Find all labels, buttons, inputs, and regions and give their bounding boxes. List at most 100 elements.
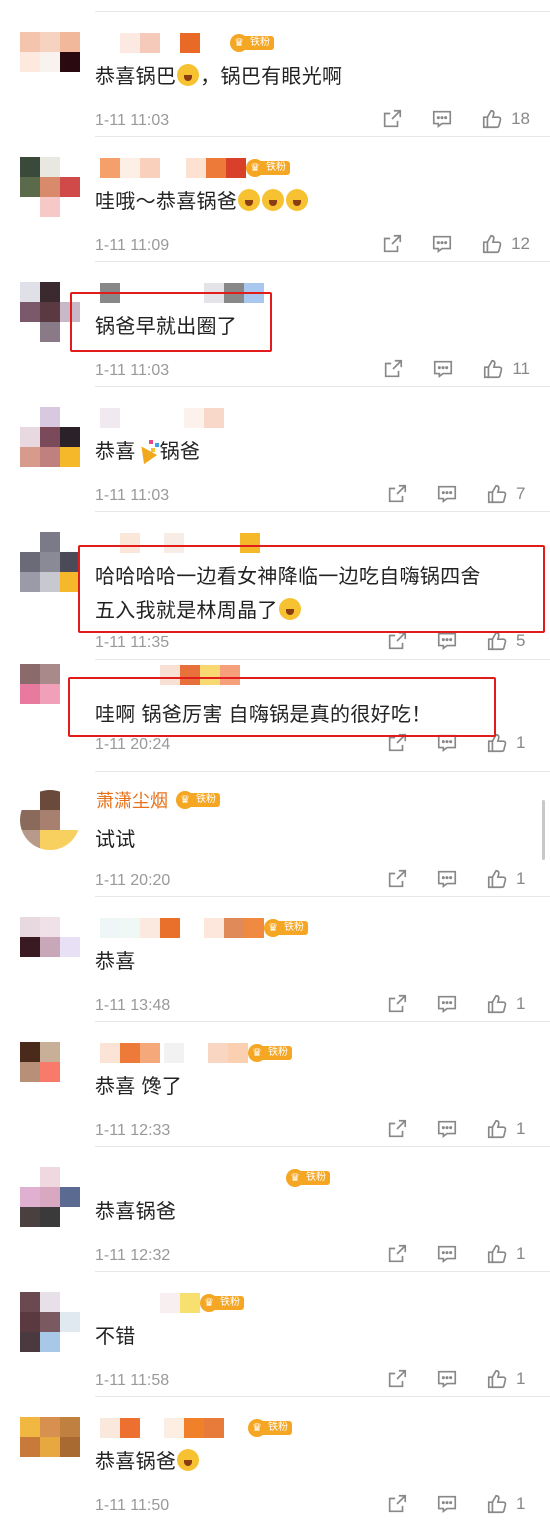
- avatar[interactable]: [20, 917, 80, 977]
- comment-time: 1-11 11:35: [95, 634, 170, 651]
- comment-item[interactable]: ♛ 铁粉 恭喜 馋了 1-11 12:33 1: [0, 1022, 550, 1147]
- share-button[interactable]: [386, 993, 408, 1015]
- scrollbar[interactable]: [542, 800, 545, 860]
- like-button[interactable]: 12: [481, 233, 530, 255]
- username[interactable]: ♛ 铁粉: [96, 157, 290, 179]
- emoji-icon: [177, 1449, 200, 1471]
- comment-time: 1-11 11:50: [95, 1497, 170, 1514]
- avatar[interactable]: [20, 1292, 80, 1352]
- comment-item[interactable]: ♛ 铁粉 恭喜锅爸 1-11 12:32 1: [0, 1147, 550, 1272]
- highlight-box: [78, 545, 545, 633]
- emoji-icon: [238, 189, 261, 211]
- thumbs-up-icon: [483, 234, 502, 254]
- comment-button[interactable]: [432, 358, 454, 380]
- like-button[interactable]: 1: [486, 1493, 530, 1515]
- comment-button[interactable]: [436, 1243, 458, 1265]
- fan-badge: ♛ 铁粉: [230, 34, 274, 52]
- like-button[interactable]: 1: [486, 868, 530, 890]
- comment-icon: [437, 1495, 457, 1513]
- comment-time: 1-11 20:24: [95, 736, 171, 753]
- username[interactable]: ♛ 铁粉: [96, 917, 308, 939]
- share-button[interactable]: [386, 1368, 408, 1390]
- share-button[interactable]: [381, 233, 403, 255]
- avatar[interactable]: [20, 1167, 80, 1227]
- avatar[interactable]: [20, 1417, 80, 1477]
- comment-time: 1-11 13:48: [95, 997, 171, 1014]
- comment-text: 试试: [95, 829, 136, 851]
- comment-button[interactable]: [436, 1493, 458, 1515]
- highlight-box: [70, 292, 272, 352]
- like-count: 1: [516, 733, 526, 752]
- comment-item[interactable]: 萧潇尘烟 ♛ 铁粉 试试 1-11 20:20 1: [0, 772, 550, 897]
- comment-icon: [433, 110, 452, 128]
- username[interactable]: ♛ 铁粉: [96, 1417, 292, 1439]
- username[interactable]: ♛ 铁粉: [96, 1167, 330, 1189]
- comment-text: 恭喜 馋了: [95, 1076, 183, 1098]
- comment-time: 1-11 11:03: [95, 487, 170, 504]
- share-button[interactable]: [386, 868, 408, 890]
- like-button[interactable]: 11: [482, 358, 530, 380]
- comment-item[interactable]: ♛ 铁粉 不错 1-11 11:58 1: [0, 1272, 550, 1397]
- share-button[interactable]: [386, 1118, 408, 1140]
- share-button[interactable]: [386, 483, 408, 505]
- comment-button[interactable]: [436, 483, 458, 505]
- like-button[interactable]: 1: [486, 1368, 530, 1390]
- like-button[interactable]: 1: [486, 1243, 530, 1265]
- comment-item[interactable]: ♛ 铁粉 恭喜 1-11 13:48 1: [0, 897, 550, 1022]
- share-icon: [388, 1369, 407, 1388]
- share-icon: [383, 109, 402, 128]
- crown-icon: ♛: [176, 791, 194, 809]
- comment-button[interactable]: [436, 1368, 458, 1390]
- thumbs-up-icon: [487, 631, 507, 651]
- share-icon: [388, 869, 407, 888]
- share-button[interactable]: [386, 1493, 408, 1515]
- username[interactable]: ♛ 铁粉: [96, 1042, 292, 1064]
- comment-text: 不错: [95, 1326, 136, 1348]
- avatar[interactable]: [20, 1042, 80, 1102]
- username[interactable]: ♛ 铁粉: [96, 32, 274, 54]
- like-button[interactable]: 5: [486, 630, 530, 652]
- thumbs-up-icon: [487, 1494, 507, 1514]
- comment-text: 恭喜锅爸: [95, 1445, 200, 1474]
- crown-icon: ♛: [248, 1044, 266, 1062]
- share-button[interactable]: [382, 358, 404, 380]
- avatar[interactable]: [20, 407, 80, 467]
- username[interactable]: 萧潇尘烟 ♛ 铁粉: [96, 789, 220, 811]
- comment-button[interactable]: [431, 108, 453, 130]
- comment-text: 恭喜锅爸: [95, 1201, 177, 1223]
- share-button[interactable]: [381, 108, 403, 130]
- crown-icon: ♛: [246, 159, 264, 177]
- like-button[interactable]: 18: [481, 108, 530, 130]
- username[interactable]: ♛ 铁粉: [96, 1292, 244, 1314]
- fan-badge: ♛ 铁粉: [176, 791, 220, 809]
- share-icon: [388, 484, 407, 503]
- share-button[interactable]: [386, 1243, 408, 1265]
- like-button[interactable]: 1: [486, 993, 530, 1015]
- avatar[interactable]: [20, 790, 80, 850]
- comment-item[interactable]: 恭喜 锅爸 1-11 11:03 7: [0, 387, 550, 512]
- comment-icon: [434, 360, 453, 378]
- like-button[interactable]: 1: [486, 1118, 530, 1140]
- emoji-icon: [177, 64, 200, 86]
- share-icon: [383, 234, 402, 253]
- comment-item[interactable]: ♛ 铁粉 恭喜锅巴 ，锅巴有眼光啊 1-11 11:03 18: [0, 12, 550, 137]
- username[interactable]: [96, 407, 224, 429]
- comment-time: 1-11 12:32: [95, 1247, 171, 1264]
- comment-icon: [437, 632, 457, 650]
- crown-icon: ♛: [200, 1294, 218, 1312]
- avatar[interactable]: [20, 532, 80, 592]
- comment-item[interactable]: ♛ 铁粉 恭喜锅爸 1-11 11:50 1: [0, 1397, 550, 1521]
- comment-icon: [437, 485, 457, 503]
- avatar[interactable]: [20, 32, 80, 92]
- comment-button[interactable]: [436, 630, 458, 652]
- share-button[interactable]: [386, 630, 408, 652]
- comment-button[interactable]: [436, 868, 458, 890]
- comment-button[interactable]: [436, 1118, 458, 1140]
- comment-item[interactable]: ♛ 铁粉 哇哦～恭喜锅爸 1-11 11:09 12: [0, 137, 550, 262]
- comment-button[interactable]: [436, 993, 458, 1015]
- comment-button[interactable]: [431, 233, 453, 255]
- like-button[interactable]: 7: [486, 483, 530, 505]
- avatar[interactable]: [20, 157, 80, 217]
- thumbs-up-icon: [487, 484, 507, 504]
- comment-time: 1-11 20:20: [95, 872, 171, 889]
